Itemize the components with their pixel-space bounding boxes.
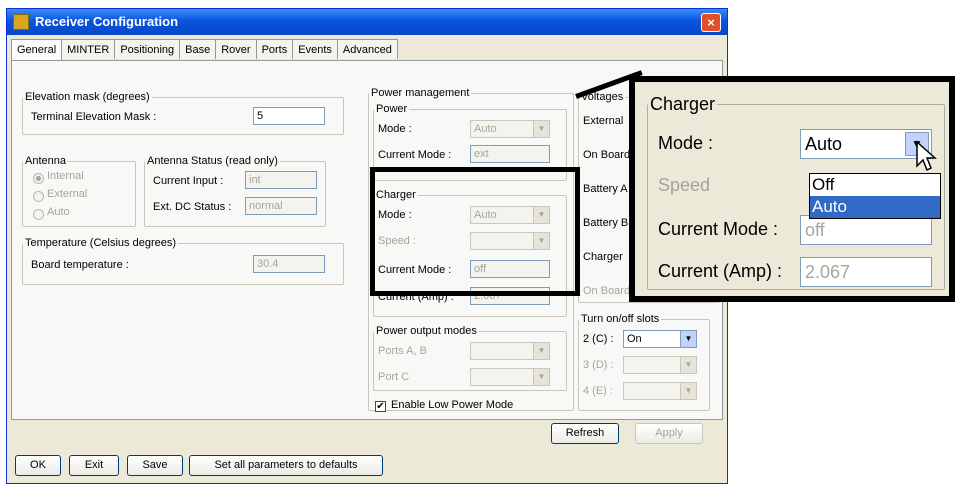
power-mode-label: Mode :	[378, 123, 412, 135]
chevron-down-icon: ▼	[533, 121, 549, 137]
set-defaults-button[interactable]: Set all parameters to defaults	[189, 455, 383, 476]
antenna-group: Antenna Internal External Auto	[22, 155, 136, 227]
zoom-charger-legend: Charger	[650, 94, 716, 114]
zoom-option-auto[interactable]: Auto	[810, 196, 940, 218]
antenna-status-group: Antenna Status (read only) Current Input…	[144, 155, 326, 227]
antenna-internal-label: Internal	[47, 170, 84, 182]
charger-highlight-box	[370, 167, 580, 296]
tab-base[interactable]: Base	[179, 39, 217, 59]
tab-general[interactable]: General	[11, 39, 63, 61]
low-power-label: Enable Low Power Mode	[391, 399, 514, 411]
zoom-speed-label: Speed	[658, 175, 711, 195]
tab-events[interactable]: Events	[292, 39, 338, 59]
port-c-select[interactable]: ▼	[470, 368, 550, 386]
zoom-option-off[interactable]: Off	[810, 174, 940, 196]
chevron-down-icon: ▼	[533, 343, 549, 359]
chevron-down-icon: ▼	[680, 357, 696, 373]
power-legend: Power	[376, 103, 408, 115]
current-input-label: Current Input :	[153, 175, 224, 187]
slot-3-select[interactable]: ▼	[623, 356, 697, 374]
antenna-external-label: External	[47, 188, 88, 200]
ports-ab-label: Ports A, B	[378, 345, 427, 357]
ext-dc-value: normal	[245, 197, 317, 215]
low-power-checkbox[interactable]: ✔	[375, 401, 386, 412]
general-tab-panel: Elevation mask (degrees) Terminal Elevat…	[11, 60, 723, 420]
save-button[interactable]: Save	[127, 455, 183, 476]
zoom-mode-dropdown-list: Off Auto	[809, 173, 941, 219]
voltage-onboard-label: On Board	[583, 149, 631, 161]
power-current-mode-value: ext	[470, 145, 550, 163]
antenna-internal-radio[interactable]	[33, 173, 44, 184]
port-c-label: Port C	[378, 371, 410, 383]
elevation-mask-input[interactable]: 5	[253, 107, 325, 125]
board-temperature-label: Board temperature :	[31, 259, 129, 271]
slot-3-label: 3 (D) :	[583, 359, 614, 371]
app-icon	[13, 14, 29, 30]
power-output-legend: Power output modes	[376, 325, 477, 337]
tab-rover[interactable]: Rover	[215, 39, 257, 59]
ok-button[interactable]: OK	[15, 455, 61, 476]
zoom-current-label: Current (Amp) :	[658, 261, 783, 281]
voltage-charger-label: Charger	[583, 251, 623, 263]
zoom-current-value: 2.067	[800, 257, 932, 287]
elevation-group: Elevation mask (degrees) Terminal Elevat…	[22, 91, 344, 135]
ports-ab-select[interactable]: ▼	[470, 342, 550, 360]
power-mode-select[interactable]: Auto ▼	[470, 120, 550, 138]
window-title: Receiver Configuration	[35, 14, 179, 29]
voltage-onboard-2-label: On Board	[583, 285, 631, 297]
voltage-battery-a-label: Battery A	[583, 183, 628, 195]
zoom-mode-value: Auto	[805, 134, 843, 154]
title-bar[interactable]: Receiver Configuration ×	[7, 9, 727, 35]
mouse-cursor-icon	[916, 140, 937, 172]
antenna-status-legend: Antenna Status (read only)	[147, 155, 278, 167]
elevation-legend: Elevation mask (degrees)	[25, 91, 150, 103]
slot-2-value: On	[627, 333, 642, 345]
voltage-battery-b-label: Battery B	[583, 217, 629, 229]
tab-ports[interactable]: Ports	[255, 39, 294, 59]
zoom-mode-select[interactable]: Auto▼	[800, 129, 932, 159]
slot-2-select[interactable]: On ▼	[623, 330, 697, 348]
chevron-down-icon: ▼	[533, 369, 549, 385]
charger-zoom-callout: Charger Mode : Auto▼ Speed Current Mode …	[629, 76, 955, 302]
tab-bar: General MINTER Positioning Base Rover Ports Ev…	[11, 39, 398, 61]
tab-advanced[interactable]: Advanced	[336, 39, 398, 59]
antenna-auto-label: Auto	[47, 206, 70, 218]
zoom-current-mode-label: Current Mode :	[658, 219, 779, 239]
turn-on-slots-group: Turn on/off slots 2 (C) : On ▼ 3 (D) : ▼ …	[578, 313, 710, 411]
temperature-group: Temperature (Celsius degrees) Board temp…	[22, 237, 344, 285]
antenna-auto-radio[interactable]	[33, 209, 44, 220]
tab-positioning[interactable]: Positioning	[114, 39, 181, 59]
voltage-external-label: External	[583, 115, 624, 127]
power-management-legend: Power management	[371, 87, 470, 99]
elevation-label: Terminal Elevation Mask :	[31, 111, 157, 123]
power-current-mode-label: Current Mode :	[378, 149, 452, 161]
current-input-value: int	[245, 171, 317, 189]
tab-minter[interactable]: MINTER	[61, 39, 116, 59]
power-output-group: Power output modes Ports A, B ▼ Port C ▼	[373, 325, 567, 391]
temperature-legend: Temperature (Celsius degrees)	[25, 237, 177, 249]
ext-dc-label: Ext. DC Status :	[153, 201, 232, 213]
chevron-down-icon: ▼	[680, 331, 696, 347]
close-button[interactable]: ×	[701, 13, 721, 32]
slot-4-select[interactable]: ▼	[623, 382, 697, 400]
power-mode-value: Auto	[474, 123, 497, 135]
board-temperature-value: 30.4	[253, 255, 325, 273]
slot-4-label: 4 (E) :	[583, 385, 613, 397]
turn-on-legend: Turn on/off slots	[581, 313, 660, 325]
chevron-down-icon: ▼	[680, 383, 696, 399]
zoom-current-mode-value: off	[800, 215, 932, 245]
zoom-mode-label: Mode :	[658, 133, 714, 153]
slot-2-label: 2 (C) :	[583, 333, 614, 345]
refresh-button[interactable]: Refresh	[551, 423, 619, 444]
antenna-external-radio[interactable]	[33, 191, 44, 202]
exit-button[interactable]: Exit	[69, 455, 119, 476]
apply-button[interactable]: Apply	[635, 423, 703, 444]
antenna-legend: Antenna	[25, 155, 66, 167]
